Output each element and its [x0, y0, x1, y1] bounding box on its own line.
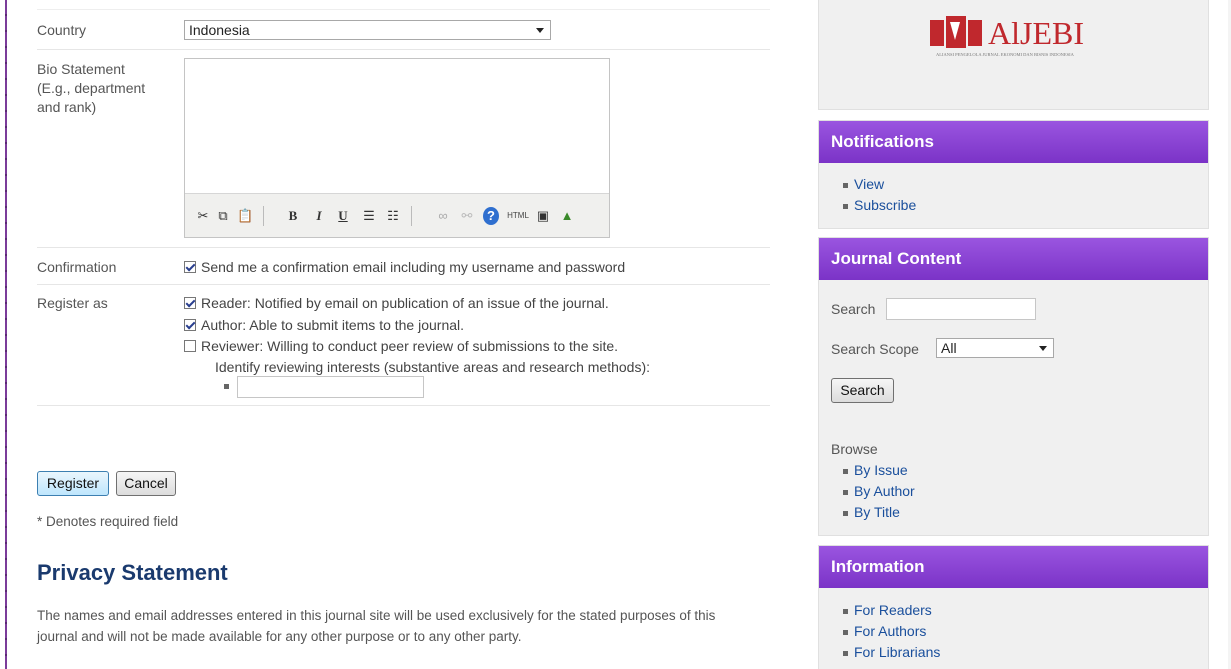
- bio-label-line: (E.g., department: [37, 80, 146, 96]
- register-as-label: Register as: [37, 295, 108, 311]
- required-note: * Denotes required field: [37, 514, 179, 529]
- information-list: For Readers For Authors For Librarians: [819, 600, 1208, 663]
- numbered-list-icon[interactable]: ☷: [385, 207, 401, 225]
- reader-checkbox[interactable]: [184, 297, 196, 309]
- confirmation-label: Confirmation: [37, 259, 117, 275]
- for-librarians-link[interactable]: For Librarians: [819, 642, 1208, 663]
- confirmation-option: Send me a confirmation email including m…: [184, 258, 625, 277]
- confirmation-checkbox[interactable]: [184, 261, 196, 273]
- journal-logo[interactable]: AlJEBI ALIANSI PENGELOLA JURNAL EKONOMI …: [930, 10, 1100, 60]
- fullscreen-icon[interactable]: ▣: [535, 207, 551, 225]
- help-icon[interactable]: ?: [483, 207, 499, 225]
- journal-content-title: Journal Content: [819, 238, 1208, 280]
- paste-icon[interactable]: 📋: [237, 207, 253, 225]
- privacy-text: The names and email addresses entered in…: [37, 608, 716, 644]
- privacy-title: Privacy Statement: [37, 560, 228, 585]
- for-readers-link[interactable]: For Readers: [819, 600, 1208, 621]
- register-as-row: Register as Reader: Notified by email on…: [37, 285, 770, 406]
- search-scope-select[interactable]: All: [936, 338, 1054, 358]
- toolbar-separator: [411, 206, 412, 226]
- interests-input[interactable]: [237, 376, 424, 398]
- bio-label-line: Bio Statement: [37, 61, 125, 77]
- search-label: Search: [831, 301, 876, 317]
- country-select[interactable]: Indonesia: [184, 20, 551, 40]
- search-scope-value: All: [941, 340, 957, 356]
- italic-icon[interactable]: I: [311, 207, 327, 225]
- search-scope-label: Search Scope: [831, 341, 919, 357]
- role-option-reader: Reader: Notified by email on publication…: [184, 294, 609, 313]
- register-button[interactable]: Register: [37, 471, 109, 496]
- cancel-button[interactable]: Cancel: [116, 471, 176, 496]
- svg-text:AlJEBI: AlJEBI: [988, 15, 1084, 51]
- unlink-icon[interactable]: ⚯: [459, 207, 475, 225]
- country-label: Country: [37, 22, 87, 38]
- author-checkbox[interactable]: [184, 319, 196, 331]
- role-option-reviewer: Reviewer: Willing to conduct peer review…: [184, 337, 618, 356]
- chevron-down-icon: [536, 28, 544, 33]
- notifications-subscribe-link[interactable]: Subscribe: [819, 195, 1208, 216]
- notifications-title: Notifications: [819, 121, 1208, 163]
- underline-icon[interactable]: U: [335, 207, 351, 225]
- for-authors-link[interactable]: For Authors: [819, 621, 1208, 642]
- svg-text:ALIANSI PENGELOLA JURNAL EKONO: ALIANSI PENGELOLA JURNAL EKONOMI DAN BIS…: [936, 52, 1075, 57]
- bullet-list-icon[interactable]: ☰: [361, 207, 377, 225]
- journal-content-block: Journal Content Search Search Scope All …: [818, 237, 1209, 536]
- cut-icon[interactable]: ✂: [195, 207, 211, 225]
- notifications-view-link[interactable]: View: [819, 174, 1208, 195]
- information-title: Information: [819, 546, 1208, 588]
- role-option-author: Author: Able to submit items to the jour…: [184, 316, 464, 335]
- insert-image-icon[interactable]: ▲: [559, 207, 575, 225]
- search-button[interactable]: Search: [831, 378, 894, 403]
- bio-label: Bio Statement (E.g., department and rank…: [37, 60, 145, 117]
- browse-label: Browse: [831, 441, 878, 457]
- link-icon[interactable]: ∞: [435, 207, 451, 225]
- country-row: Country Indonesia: [37, 10, 770, 50]
- reader-text: Reader: Notified by email on publication…: [201, 295, 609, 311]
- bio-editor[interactable]: ✂ ⧉ 📋 B I U ☰ ☷ ∞ ⚯? HTML ▣ ▲: [184, 58, 610, 238]
- search-input[interactable]: [886, 298, 1036, 320]
- bio-label-line: and rank): [37, 99, 97, 115]
- information-block: Information For Readers For Authors For …: [818, 545, 1209, 669]
- author-text: Author: Able to submit items to the jour…: [201, 317, 465, 333]
- notifications-block: Notifications View Subscribe: [818, 120, 1209, 229]
- confirmation-row: Confirmation Send me a confirmation emai…: [37, 248, 770, 285]
- browse-by-author-link[interactable]: By Author: [819, 481, 1208, 502]
- reviewer-text: Reviewer: Willing to conduct peer review…: [201, 338, 619, 354]
- chevron-down-icon: [1039, 346, 1047, 351]
- book-logo-icon: AlJEBI ALIANSI PENGELOLA JURNAL EKONOMI …: [930, 15, 1084, 57]
- interests-label: Identify reviewing interests (substantiv…: [215, 359, 650, 375]
- reviewer-checkbox[interactable]: [184, 340, 196, 352]
- browse-by-issue-link[interactable]: By Issue: [819, 460, 1208, 481]
- toolbar-separator: [263, 206, 264, 226]
- copy-icon[interactable]: ⧉: [215, 207, 231, 225]
- browse-by-title-link[interactable]: By Title: [819, 502, 1208, 523]
- confirmation-text: Send me a confirmation email including m…: [201, 259, 626, 275]
- notifications-list: View Subscribe: [819, 174, 1208, 216]
- bold-icon[interactable]: B: [285, 207, 301, 225]
- html-icon[interactable]: HTML: [507, 207, 529, 225]
- editor-toolbar: ✂ ⧉ 📋 B I U ☰ ☷ ∞ ⚯? HTML ▣ ▲: [185, 193, 609, 237]
- bullet-icon: [224, 384, 229, 389]
- country-value: Indonesia: [189, 22, 250, 38]
- left-border: [0, 0, 12, 669]
- browse-list: By Issue By Author By Title: [819, 460, 1208, 523]
